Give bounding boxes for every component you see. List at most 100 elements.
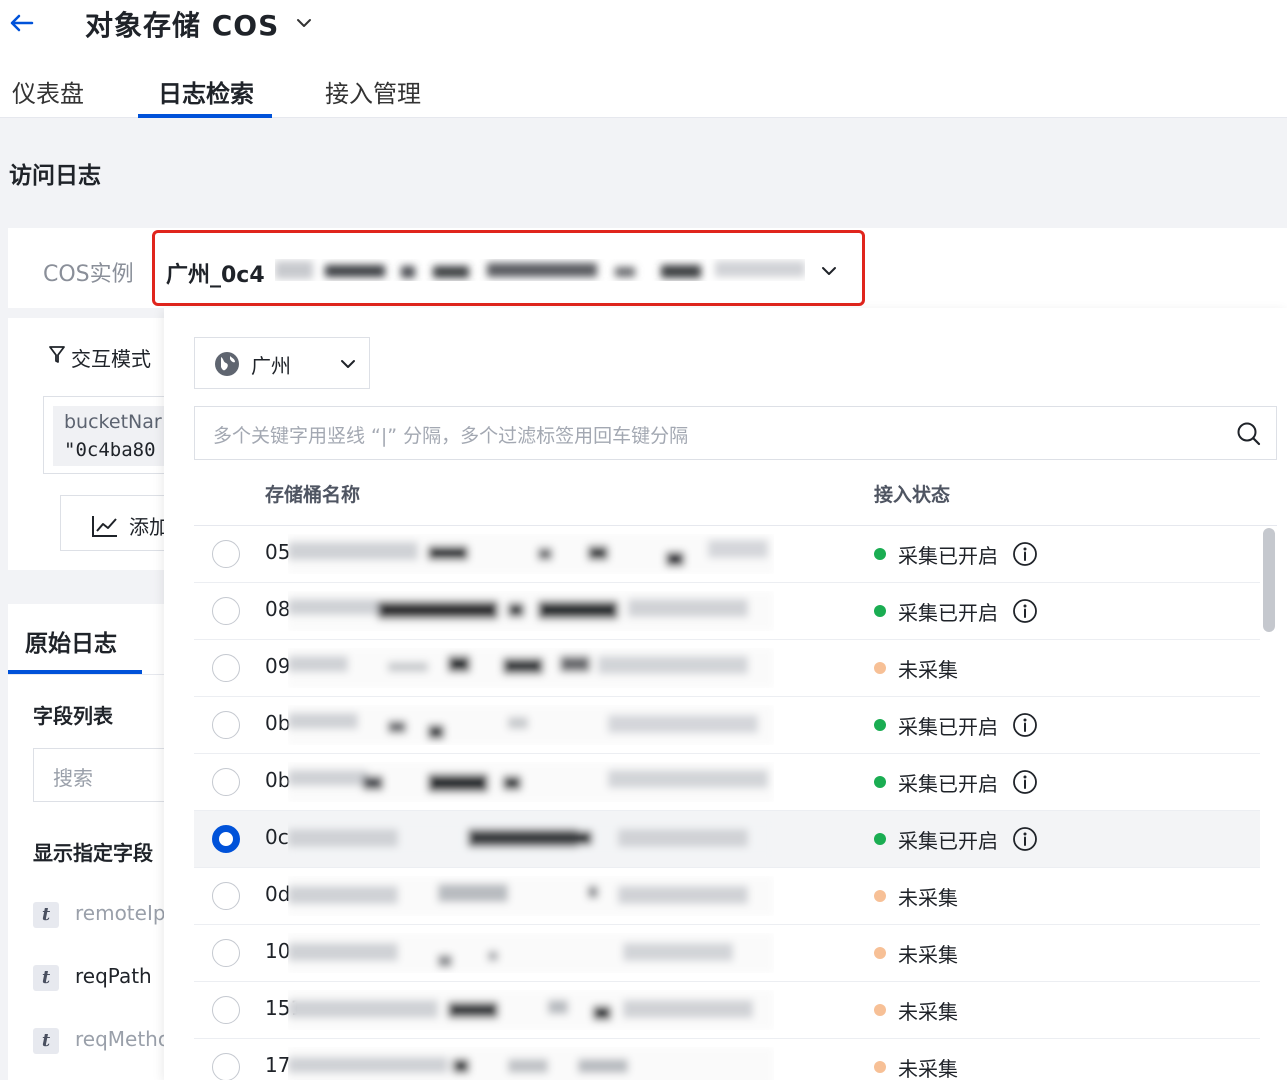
- bucket-row[interactable]: 0b 采集已开启: [194, 754, 1260, 811]
- redacted-text: [288, 648, 774, 688]
- bucket-radio[interactable]: [212, 768, 240, 796]
- status-text: 未采集: [898, 658, 958, 682]
- chevron-down-icon[interactable]: [293, 12, 315, 34]
- field-name: reqMetho: [75, 1027, 171, 1051]
- status-text: 采集已开启: [898, 544, 998, 568]
- bucket-radio[interactable]: [212, 597, 240, 625]
- bucket-radio[interactable]: [212, 654, 240, 682]
- bucket-row[interactable]: 05 采集已开启: [194, 526, 1260, 583]
- redacted-text: [288, 591, 774, 631]
- redacted-text: [288, 990, 774, 1030]
- info-icon[interactable]: [1012, 826, 1038, 852]
- status-dot: [874, 605, 886, 617]
- status-dot: [874, 833, 886, 845]
- bucket-name: 0b: [265, 711, 291, 735]
- redacted-text: [288, 534, 774, 574]
- bucket-radio[interactable]: [212, 540, 240, 568]
- info-icon[interactable]: [1012, 541, 1038, 567]
- section-title: 访问日志: [9, 163, 101, 189]
- field-name: reqPath: [75, 964, 152, 988]
- field-search-placeholder: 搜索: [53, 766, 93, 790]
- instance-label: COS实例: [43, 262, 134, 287]
- redacted-text: [275, 261, 805, 279]
- table-header: 存储桶名称 接入状态: [194, 460, 1277, 526]
- bucket-row[interactable]: 0b 采集已开启: [194, 697, 1260, 754]
- status-dot: [874, 1004, 886, 1016]
- redacted-text: [288, 705, 774, 745]
- globe-icon: [215, 352, 239, 376]
- status-dot: [874, 548, 886, 560]
- field-name: remoteIp: [75, 901, 166, 925]
- bucket-name: 08: [265, 597, 291, 621]
- field-search-input[interactable]: 搜索: [33, 748, 168, 802]
- bucket-name: 05: [265, 540, 291, 564]
- bucket-row[interactable]: 09 未采集: [194, 640, 1260, 697]
- region-value: 广州: [251, 354, 291, 378]
- status-text: 未采集: [898, 943, 958, 967]
- bucket-radio[interactable]: [212, 825, 240, 853]
- info-icon[interactable]: [1012, 598, 1038, 624]
- interactive-mode-toggle[interactable]: 交互模式: [71, 343, 151, 372]
- info-icon[interactable]: [1012, 712, 1038, 738]
- show-fields-title: 显示指定字段: [33, 841, 153, 865]
- column-header-bucket-name: 存储桶名称: [265, 484, 361, 506]
- tab-access-management[interactable]: 接入管理: [325, 74, 421, 109]
- search-placeholder: 多个关键字用竖线 “|” 分隔，多个过滤标签用回车键分隔: [213, 425, 689, 447]
- bucket-radio[interactable]: [212, 882, 240, 910]
- add-button-label: 添加: [129, 515, 169, 539]
- bucket-row[interactable]: 10 未采集: [194, 925, 1260, 982]
- field-item-reqpath[interactable]: t reqPath: [33, 963, 168, 993]
- tab-log-search[interactable]: 日志检索: [158, 74, 254, 109]
- info-icon[interactable]: [1012, 769, 1038, 795]
- bucket-radio[interactable]: [212, 939, 240, 967]
- bucket-radio[interactable]: [212, 996, 240, 1024]
- bucket-name: 0b: [265, 768, 291, 792]
- bucket-name: 0c: [265, 825, 289, 849]
- status-text: 采集已开启: [898, 601, 998, 625]
- status-dot: [874, 662, 886, 674]
- text-type-icon: t: [33, 1028, 59, 1054]
- status-dot: [874, 719, 886, 731]
- redacted-text: [288, 762, 774, 802]
- filter-field: bucketNar: [64, 411, 162, 433]
- field-item-reqmethod[interactable]: t reqMetho: [33, 1026, 171, 1056]
- redacted-text: [288, 819, 774, 859]
- status-text: 采集已开启: [898, 772, 998, 796]
- filter-chip[interactable]: bucketNar "0c4ba80: [43, 396, 169, 474]
- bucket-radio[interactable]: [212, 1053, 240, 1080]
- bucket-name: 10: [265, 939, 291, 963]
- line-chart-icon: [92, 516, 117, 537]
- status-text: 未采集: [898, 1000, 958, 1024]
- redacted-text: [288, 933, 774, 973]
- bucket-row[interactable]: 17 未采集: [194, 1039, 1260, 1080]
- scrollbar-thumb[interactable]: [1263, 528, 1275, 632]
- back-arrow-icon[interactable]: [6, 8, 36, 38]
- tab-dashboard[interactable]: 仪表盘: [12, 74, 84, 109]
- bucket-row[interactable]: 08 采集已开启: [194, 583, 1260, 640]
- divider: [8, 674, 168, 675]
- instance-select[interactable]: 广州_0c4: [152, 230, 865, 306]
- search-icon[interactable]: [1235, 420, 1263, 448]
- bucket-row[interactable]: 151 未采集: [194, 982, 1260, 1039]
- bucket-row[interactable]: 0c 采集已开启: [194, 811, 1260, 868]
- status-dot: [874, 947, 886, 959]
- bucket-search-input[interactable]: 多个关键字用竖线 “|” 分隔，多个过滤标签用回车键分隔: [194, 406, 1277, 460]
- filter-value: "0c4ba80: [64, 439, 156, 461]
- page-title: 对象存储 COS: [85, 9, 280, 42]
- bucket-radio[interactable]: [212, 711, 240, 739]
- status-dot: [874, 1061, 886, 1073]
- region-select[interactable]: 广州: [194, 337, 370, 389]
- chevron-down-icon: [341, 360, 355, 368]
- add-chart-button[interactable]: 添加: [60, 495, 169, 551]
- bucket-row[interactable]: 0d 未采集: [194, 868, 1260, 925]
- status-text: 采集已开启: [898, 715, 998, 739]
- status-dot: [874, 890, 886, 902]
- top-bar: 对象存储 COS 仪表盘 日志检索 接入管理: [0, 0, 1287, 118]
- status-dot: [874, 776, 886, 788]
- raw-log-tab[interactable]: 原始日志: [25, 624, 117, 658]
- chevron-down-icon: [822, 267, 836, 275]
- filter-chip-body: bucketNar "0c4ba80: [53, 406, 169, 466]
- status-text: 未采集: [898, 1057, 958, 1080]
- field-item-remoteip[interactable]: t remoteIp: [33, 900, 168, 930]
- status-text: 采集已开启: [898, 829, 998, 853]
